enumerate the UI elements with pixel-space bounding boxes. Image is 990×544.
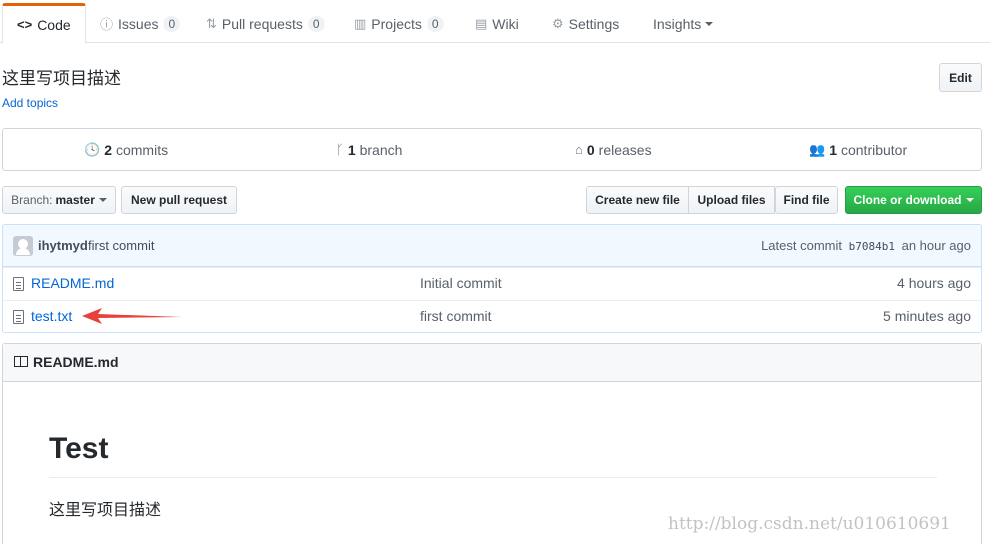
commit-author[interactable]: ihytmyd <box>38 238 88 253</box>
readme-paragraph: 这里写项目描述 <box>49 502 162 519</box>
readme-title: README.md <box>33 354 119 370</box>
file-age: 5 minutes ago <box>883 308 971 324</box>
tab-code-label: Code <box>37 16 71 33</box>
git-pull-request-icon: ⇅ <box>206 15 217 31</box>
contributors-summary[interactable]: 👥 1 contributor <box>809 129 907 170</box>
commits-summary[interactable]: 🕓 2 commits <box>84 129 168 170</box>
history-icon: 🕓 <box>84 141 101 157</box>
book-icon <box>14 356 28 367</box>
tab-insights-label: Insights <box>653 15 702 32</box>
gear-icon: ⚙ <box>552 15 564 31</box>
find-file-button[interactable]: Find file <box>775 186 838 214</box>
watermark: http://blog.csdn.net/u010610691 <box>668 514 951 534</box>
tab-issues[interactable]: ⓘ Issues 0 <box>100 4 181 43</box>
issues-counter: 0 <box>163 15 181 32</box>
create-new-file-button[interactable]: Create new file <box>586 186 689 214</box>
latest-commit-info: Latest commit b7084b1 an hour ago <box>761 238 971 253</box>
file-commit-message[interactable]: first commit <box>420 308 492 324</box>
latest-commit-bar: ihytmyd first commit Latest commit b7084… <box>3 225 981 267</box>
chevron-down-icon <box>98 198 107 202</box>
file-commit-message[interactable]: Initial commit <box>420 275 502 291</box>
branch-label: branch <box>359 141 403 158</box>
latest-commit-prefix: Latest commit <box>761 238 842 253</box>
file-actions-group: Create new file Upload files <box>586 186 775 214</box>
releases-label: releases <box>598 141 652 158</box>
readme-heading: Test <box>49 432 937 478</box>
tab-wiki[interactable]: ▤ Wiki <box>475 4 519 43</box>
new-pull-request-button[interactable]: New pull request <box>121 186 237 214</box>
add-topics-link[interactable]: Add topics <box>2 96 58 110</box>
file-name-link[interactable]: README.md <box>31 275 114 291</box>
branch-count: 1 <box>347 141 356 158</box>
tab-projects[interactable]: ▥ Projects 0 <box>354 4 444 43</box>
tab-insights[interactable]: Insights <box>653 4 714 43</box>
edit-description-button[interactable]: Edit <box>939 63 982 92</box>
chevron-down-icon <box>705 21 714 26</box>
branch-name: master <box>55 193 95 207</box>
pull-requests-counter: 0 <box>307 15 325 32</box>
tab-pull-requests-label: Pull requests <box>221 15 303 32</box>
contributors-count: 1 <box>829 141 837 158</box>
repo-description: 这里写项目描述 <box>2 69 121 88</box>
branch-summary[interactable]: ᚴ 1 branch <box>336 129 402 170</box>
readme-header: README.md <box>3 344 981 382</box>
tab-projects-label: Projects <box>371 15 422 32</box>
file-icon <box>13 277 24 291</box>
tab-pull-requests[interactable]: ⇅ Pull requests 0 <box>206 4 325 43</box>
tab-code[interactable]: <> Code <box>2 3 86 44</box>
annotation-arrow <box>82 308 182 324</box>
commits-label: commits <box>115 141 169 158</box>
projects-counter: 0 <box>426 15 444 32</box>
code-icon: <> <box>17 17 33 32</box>
avatar[interactable] <box>13 236 33 256</box>
tab-settings-label: Settings <box>568 15 620 32</box>
releases-count: 0 <box>586 141 595 158</box>
project-icon: ▥ <box>354 15 367 31</box>
issue-opened-icon: ⓘ <box>100 17 114 32</box>
book-icon: ▤ <box>475 15 488 31</box>
tag-icon: ⌂ <box>575 142 583 157</box>
upload-files-button[interactable]: Upload files <box>689 186 775 214</box>
file-name-link[interactable]: test.txt <box>31 308 72 324</box>
latest-commit-age: an hour ago <box>901 238 971 253</box>
repo-tabnav: <> Code ⓘ Issues 0 ⇅ Pull requests 0 ▥ P… <box>0 0 990 44</box>
releases-summary[interactable]: ⌂ 0 releases <box>575 129 652 170</box>
contributors-label: contributor <box>840 141 908 158</box>
organization-icon: 👥 <box>809 141 826 157</box>
chevron-down-icon <box>965 198 974 202</box>
tab-wiki-label: Wiki <box>492 15 519 32</box>
commit-message[interactable]: first commit <box>88 238 154 253</box>
tab-settings[interactable]: ⚙ Settings <box>552 4 619 43</box>
table-row: README.md Initial commit 4 hours ago <box>3 267 981 300</box>
file-icon <box>13 310 24 324</box>
file-age: 4 hours ago <box>897 275 971 291</box>
commits-count: 2 <box>104 141 112 158</box>
branch-prefix: Branch: <box>11 193 53 207</box>
clone-label: Clone or download <box>853 193 962 207</box>
branch-select-button[interactable]: Branch: master <box>2 186 116 214</box>
git-branch-icon: ᚴ <box>336 142 344 157</box>
clone-or-download-button[interactable]: Clone or download <box>845 186 982 214</box>
numbers-summary: 🕓 2 commits ᚴ 1 branch ⌂ 0 releases 👥 1 … <box>2 128 982 171</box>
tab-issues-label: Issues <box>118 15 159 32</box>
commit-sha[interactable]: b7084b1 <box>849 240 895 253</box>
